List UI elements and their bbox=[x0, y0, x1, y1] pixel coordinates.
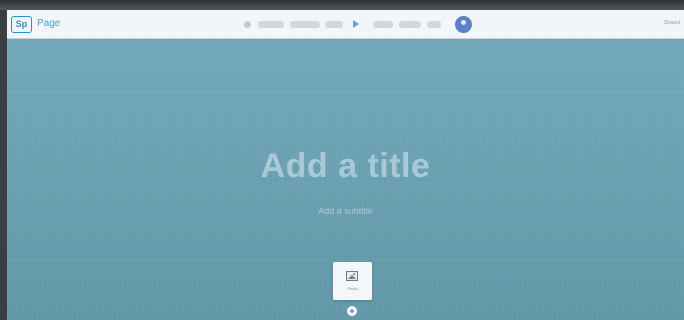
toolbar-item[interactable] bbox=[427, 21, 441, 28]
add-photo-card[interactable]: Photo bbox=[333, 262, 372, 300]
play-icon[interactable] bbox=[353, 20, 359, 28]
page-title-input[interactable]: Add a title bbox=[7, 147, 684, 186]
toolbar-item[interactable] bbox=[325, 21, 343, 28]
page-hero: Add a title Add a subtitle Photo + bbox=[7, 39, 684, 320]
toolbar-item[interactable] bbox=[290, 21, 320, 28]
photo-label: Photo bbox=[347, 286, 358, 291]
toolbar-item[interactable] bbox=[399, 21, 421, 28]
toolbar-item[interactable] bbox=[373, 21, 393, 28]
avatar[interactable] bbox=[455, 16, 472, 33]
top-app-bar: Sp Page Shared bbox=[7, 10, 684, 39]
share-label[interactable]: Shared bbox=[664, 20, 680, 26]
window-frame bbox=[0, 0, 684, 10]
toolbar-item[interactable] bbox=[258, 21, 284, 28]
image-icon bbox=[346, 271, 358, 281]
settings-icon[interactable] bbox=[244, 21, 251, 28]
app-name: Page bbox=[37, 18, 61, 29]
app-logo[interactable]: Sp bbox=[11, 16, 32, 33]
add-section-button[interactable]: + bbox=[347, 306, 357, 316]
page-subtitle-input[interactable]: Add a subtitle bbox=[7, 206, 684, 216]
